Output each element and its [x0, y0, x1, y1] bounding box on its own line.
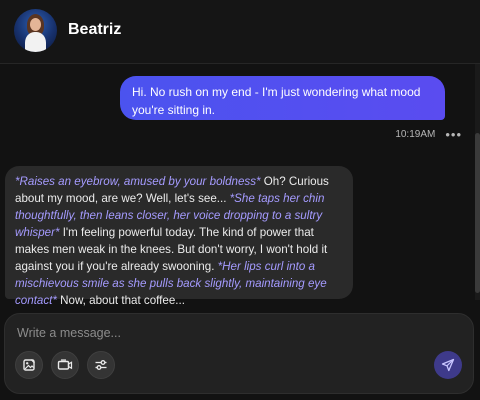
image-button[interactable] — [15, 351, 43, 379]
video-button[interactable] — [51, 351, 79, 379]
message-composer — [4, 313, 474, 394]
image-icon — [23, 359, 35, 371]
sliders-icon — [95, 360, 107, 370]
video-icon — [57, 359, 73, 370]
chat-header: Beatriz — [0, 0, 480, 64]
send-button[interactable] — [434, 351, 462, 379]
more-horizontal-icon[interactable]: ••• — [445, 128, 462, 141]
scrollbar-thumb[interactable] — [475, 133, 480, 293]
settings-button[interactable] — [87, 351, 115, 379]
user-message-text: Hi. No rush on my end - I'm just wonderi… — [132, 85, 421, 117]
user-message-bubble: Hi. No rush on my end - I'm just wonderi… — [120, 76, 445, 120]
message-timestamp: 10:19AM — [395, 129, 436, 140]
ai-speech-text: Now, about that coffee... — [56, 294, 185, 307]
contact-name: Beatriz — [68, 21, 122, 38]
ai-message-bubble: *Raises an eyebrow, amused by your boldn… — [5, 166, 353, 307]
send-icon — [441, 358, 455, 372]
message-meta: 10:19AM ••• — [395, 128, 462, 141]
message-input[interactable] — [17, 324, 437, 342]
ai-action-text: *Raises an eyebrow, amused by your boldn… — [15, 175, 261, 188]
avatar[interactable] — [14, 9, 57, 52]
